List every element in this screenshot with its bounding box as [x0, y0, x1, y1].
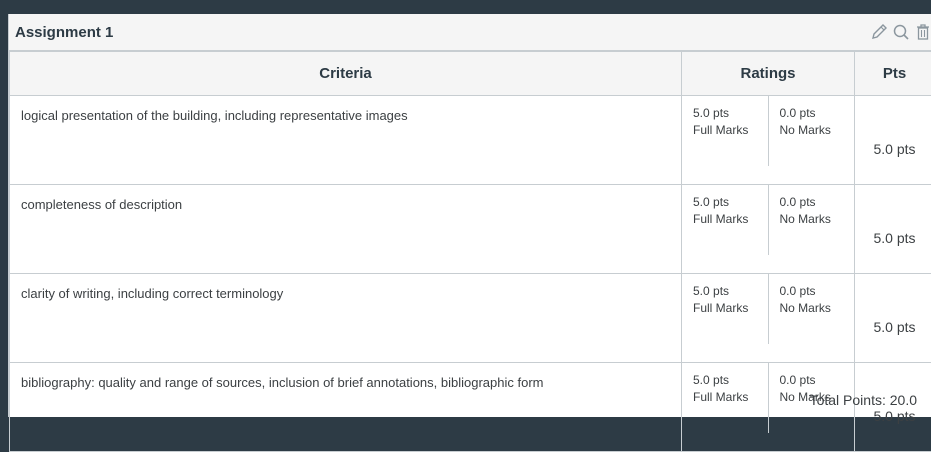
rubric-title: Assignment 1: [15, 24, 113, 41]
rating-points: 5.0 pts: [693, 372, 768, 389]
ratings-cell: 5.0 ptsFull Marks 0.0 ptsNo Marks: [682, 96, 855, 185]
criterion-description: bibliography: quality and range of sourc…: [10, 363, 682, 452]
criterion-points: 5.0 pts: [855, 274, 931, 363]
table-row: clarity of writing, including correct te…: [10, 274, 931, 363]
rating-points: 5.0 pts: [693, 194, 768, 211]
rubric-table: Criteria Ratings Pts logical presentatio…: [9, 51, 931, 452]
criterion-description: logical presentation of the building, in…: [10, 96, 682, 185]
trash-icon[interactable]: [913, 22, 931, 42]
rating-points: 0.0 pts: [780, 194, 855, 211]
rating-no-marks: 0.0 ptsNo Marks: [768, 96, 855, 166]
rating-points: 0.0 pts: [780, 283, 855, 300]
criterion-points: 5.0 pts: [855, 96, 931, 185]
ratings-cell: 5.0 ptsFull Marks 0.0 ptsNo Marks: [682, 274, 855, 363]
rating-full-marks: 5.0 ptsFull Marks: [682, 96, 768, 166]
search-icon[interactable]: [891, 22, 911, 42]
rating-label: No Marks: [780, 300, 855, 317]
rubric-panel: Assignment 1 Criteria Ratings Pts: [8, 14, 931, 417]
rating-points: 5.0 pts: [693, 283, 768, 300]
rating-full-marks: 5.0 ptsFull Marks: [682, 363, 768, 433]
total-points: Total Points: 20.0: [810, 392, 917, 408]
rating-points: 0.0 pts: [780, 372, 855, 389]
table-row: logical presentation of the building, in…: [10, 96, 931, 185]
pts-header: Pts: [855, 52, 931, 96]
rubric-actions: [869, 22, 931, 42]
rating-label: Full Marks: [693, 389, 768, 406]
pencil-icon[interactable]: [869, 22, 889, 42]
rating-full-marks: 5.0 ptsFull Marks: [682, 185, 768, 255]
rating-points: 0.0 pts: [780, 105, 855, 122]
rating-label: No Marks: [780, 122, 855, 139]
criterion-description: clarity of writing, including correct te…: [10, 274, 682, 363]
rubric-header: Assignment 1: [9, 14, 931, 51]
criterion-description: completeness of description: [10, 185, 682, 274]
rating-label: Full Marks: [693, 300, 768, 317]
rating-no-marks: 0.0 ptsNo Marks: [768, 274, 855, 344]
rating-no-marks: 0.0 ptsNo Marks: [768, 185, 855, 255]
rating-label: Full Marks: [693, 122, 768, 139]
ratings-header: Ratings: [682, 52, 855, 96]
table-row: completeness of description 5.0 ptsFull …: [10, 185, 931, 274]
criteria-header: Criteria: [10, 52, 682, 96]
criterion-points: 5.0 pts: [855, 185, 931, 274]
table-row: bibliography: quality and range of sourc…: [10, 363, 931, 452]
rating-label: No Marks: [780, 211, 855, 228]
ratings-cell: 5.0 ptsFull Marks 0.0 ptsNo Marks: [682, 185, 855, 274]
rating-full-marks: 5.0 ptsFull Marks: [682, 274, 768, 344]
rating-label: Full Marks: [693, 211, 768, 228]
rating-points: 5.0 pts: [693, 105, 768, 122]
